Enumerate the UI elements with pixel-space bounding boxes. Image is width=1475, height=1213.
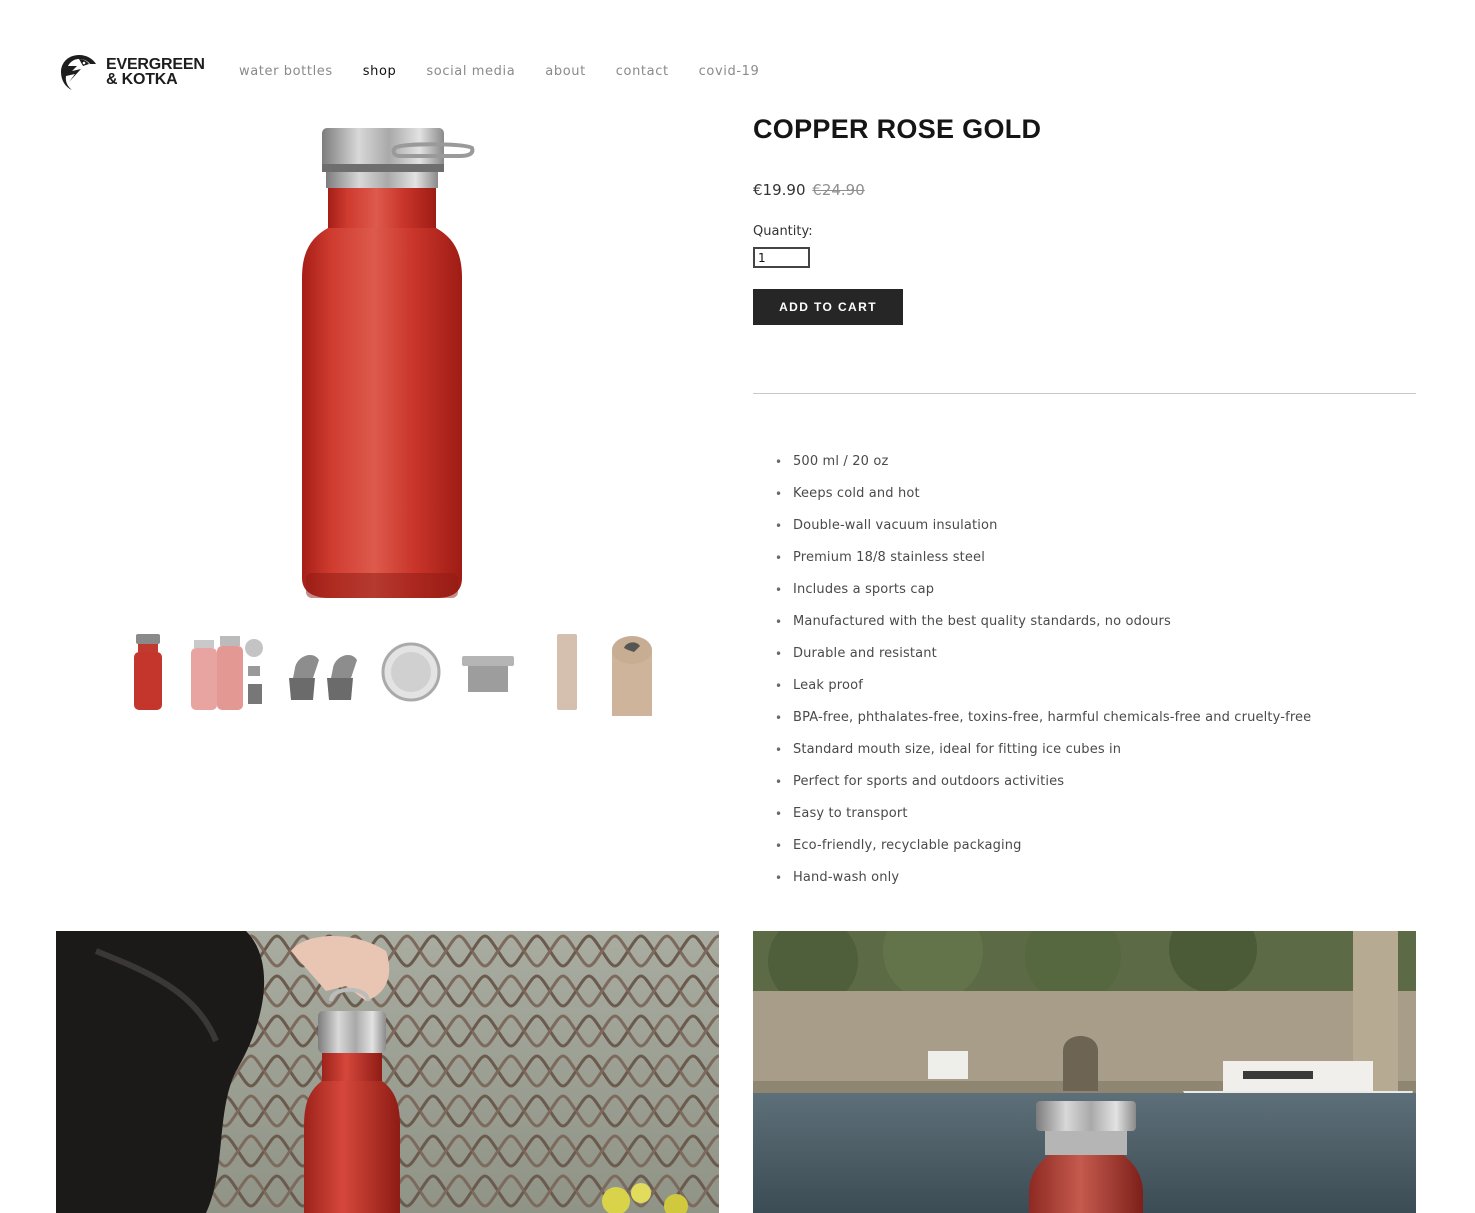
- nav-item-water-bottles[interactable]: water bottles: [239, 64, 333, 79]
- nav-item-contact[interactable]: contact: [616, 64, 669, 79]
- thumbnail-sports-caps[interactable]: [283, 628, 363, 716]
- bullet-icon: •: [775, 743, 783, 757]
- bullet-icon: •: [775, 583, 783, 597]
- bullet-icon: •: [775, 455, 783, 469]
- lifestyle-photo-fence: [56, 931, 719, 1213]
- thumbnail-bottle-lid[interactable]: [380, 628, 442, 716]
- bullet-icon: •: [775, 679, 783, 693]
- brand-logo[interactable]: EVERGREEN & KOTKA: [57, 52, 209, 92]
- feature-item: • Double-wall vacuum insulation: [775, 516, 1311, 548]
- nav-item-shop[interactable]: shop: [363, 64, 397, 79]
- feature-item: • Hand-wash only: [775, 868, 1311, 900]
- feature-item: • Keeps cold and hot: [775, 484, 1311, 516]
- bullet-icon: •: [775, 487, 783, 501]
- photo-bottle-by-river: [753, 931, 1416, 1213]
- bullet-icon: •: [775, 519, 783, 533]
- feature-item: • Premium 18/8 stainless steel: [775, 548, 1311, 580]
- main-nav: water bottles shop social media about co…: [239, 64, 789, 79]
- feature-item: • Easy to transport: [775, 804, 1311, 836]
- bullet-icon: •: [775, 615, 783, 629]
- feature-item: • Includes a sports cap: [775, 580, 1311, 612]
- bullet-icon: •: [775, 711, 783, 725]
- thumbnail-packaging-top[interactable]: [608, 628, 656, 716]
- divider: [753, 393, 1416, 394]
- nav-item-social-media[interactable]: social media: [426, 64, 515, 79]
- lifestyle-photo-river: [753, 931, 1416, 1213]
- feature-item: • Standard mouth size, ideal for fitting …: [775, 740, 1311, 772]
- feature-item: • Manufactured with the best quality stan…: [775, 612, 1311, 644]
- thumbnail-packaging-tube[interactable]: [553, 628, 581, 716]
- brand-name: EVERGREEN & KOTKA: [106, 56, 205, 88]
- nav-item-covid-19[interactable]: covid-19: [699, 64, 760, 79]
- thumbnail-strip: [118, 628, 663, 716]
- nav-item-about[interactable]: about: [545, 64, 586, 79]
- bullet-icon: •: [775, 807, 783, 821]
- feature-list: • 500 ml / 20 oz • Keeps cold and hot • Dou…: [775, 452, 1311, 900]
- feature-item: • BPA-free, phthalates-free, toxins-free,…: [775, 708, 1311, 740]
- eagle-logo-icon: [61, 55, 96, 90]
- feature-item: • Durable and resistant: [775, 644, 1311, 676]
- bullet-icon: •: [775, 551, 783, 565]
- product-main-image[interactable]: [260, 118, 510, 608]
- quantity-input[interactable]: [753, 247, 810, 268]
- thumbnail-steel-cap[interactable]: [456, 628, 520, 716]
- brand-name-line1: EVERGREEN: [106, 56, 205, 73]
- feature-item: • 500 ml / 20 oz: [775, 452, 1311, 484]
- bullet-icon: •: [775, 839, 783, 853]
- bullet-icon: •: [775, 647, 783, 661]
- original-price: €24.90: [812, 181, 865, 199]
- product-price: €19.90 €24.90: [753, 181, 865, 199]
- bullet-icon: •: [775, 871, 783, 885]
- bottle-image: [302, 128, 475, 598]
- product-title: COPPER ROSE GOLD: [753, 114, 1042, 144]
- bullet-icon: •: [775, 775, 783, 789]
- feature-item: • Perfect for sports and outdoors activit…: [775, 772, 1311, 804]
- photo-bottle-by-fence: [56, 931, 719, 1213]
- thumbnail-red-bottle[interactable]: [128, 628, 168, 716]
- feature-item: • Leak proof: [775, 676, 1311, 708]
- brand-name-line2: & KOTKA: [106, 71, 178, 88]
- thumbnail-two-pink-bottles[interactable]: [188, 628, 268, 716]
- feature-item: • Eco-friendly, recyclable packaging: [775, 836, 1311, 868]
- add-to-cart-button[interactable]: ADD TO CART: [753, 289, 903, 325]
- current-price: €19.90: [753, 181, 806, 199]
- quantity-label: Quantity:: [753, 224, 813, 239]
